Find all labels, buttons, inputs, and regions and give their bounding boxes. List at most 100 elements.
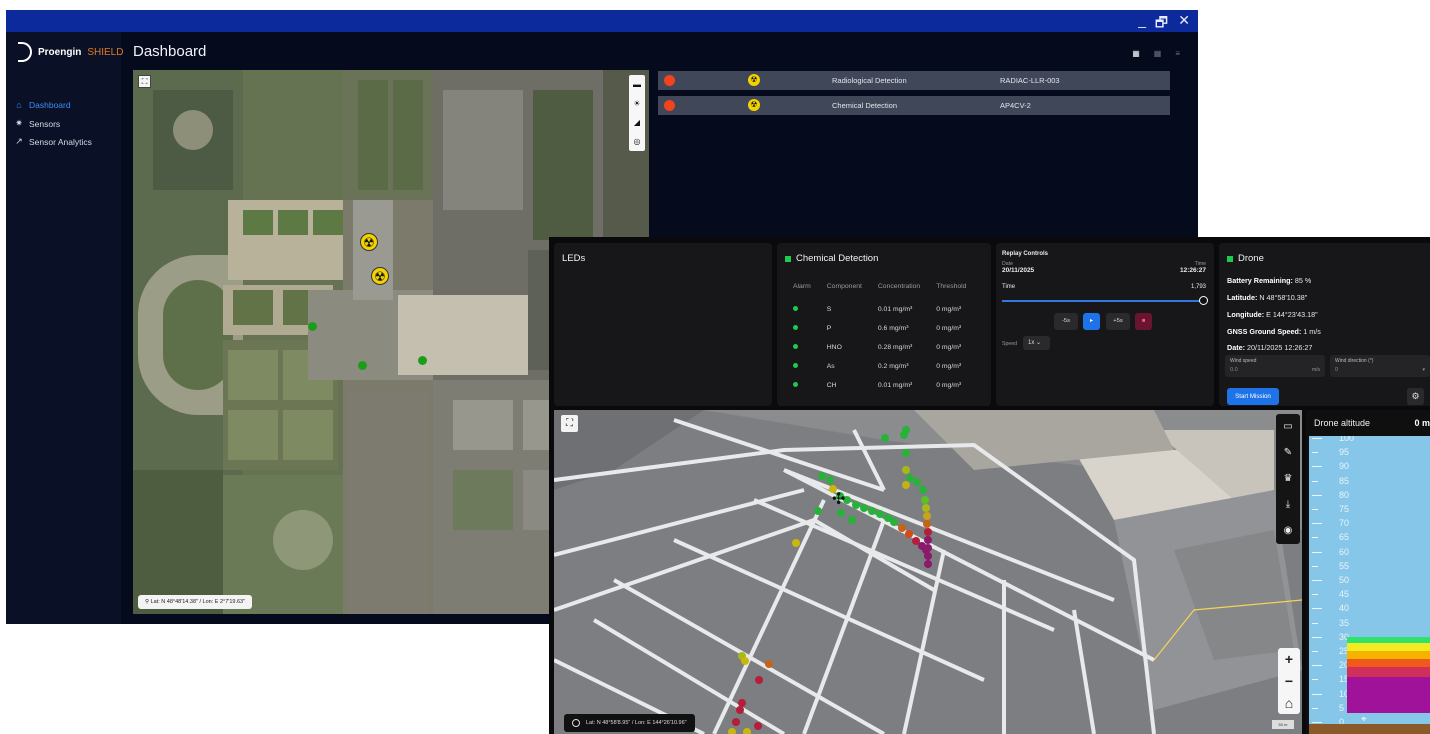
trail-point[interactable]	[924, 560, 932, 568]
gear-icon[interactable]: ⚙	[1407, 388, 1424, 405]
trail-point[interactable]	[754, 722, 762, 730]
trail-point[interactable]	[924, 536, 932, 544]
replay-time-slider[interactable]	[1002, 296, 1208, 305]
sensor-point[interactable]	[418, 356, 427, 365]
trail-point[interactable]	[837, 509, 845, 517]
trail-point[interactable]	[876, 510, 884, 518]
trail-point[interactable]	[743, 728, 751, 734]
radiological-marker-icon[interactable]: ☢	[371, 267, 389, 285]
trail-point[interactable]	[728, 728, 736, 734]
chemical-table: Alarm Component Concentration Threshold …	[785, 283, 974, 395]
drone-mission-window: LEDs Chemical Detection Alarm Component …	[549, 237, 1430, 734]
trail-point[interactable]	[736, 706, 744, 714]
trail-point[interactable]	[738, 699, 746, 707]
3d-map[interactable]: ✣ ⛶ ▭ ✎ ♛ ⤓ ◉ + − ⌂ Lat: N 48°58'8.95" /…	[554, 410, 1302, 734]
slider-handle[interactable]	[1198, 296, 1208, 305]
altitude-tick-mark	[1312, 551, 1322, 553]
wind-speed-field[interactable]: Wind speed 0.0 m/s	[1225, 355, 1325, 377]
trail-point[interactable]	[741, 657, 749, 665]
altitude-band	[1347, 666, 1430, 677]
tile-view-icon[interactable]: ▦	[1154, 49, 1162, 58]
component-cell: S	[826, 306, 832, 313]
trail-point[interactable]	[898, 524, 906, 532]
trail-point[interactable]	[906, 474, 914, 482]
folder-icon[interactable]: ▬	[629, 75, 645, 94]
sidebar-item-sensors[interactable]: ✷ Sensors	[14, 118, 60, 129]
altitude-band	[1347, 642, 1430, 651]
trail-point[interactable]	[765, 660, 773, 668]
sidebar-item-sensor-analytics[interactable]: ↗ Sensor Analytics	[14, 136, 92, 147]
measure-icon[interactable]: ◢	[629, 113, 645, 132]
brand-logo[interactable]: Proengin SHIELD	[18, 42, 123, 62]
zoom-out-button[interactable]: −	[1278, 670, 1300, 692]
altitude-tick-label: 35	[1339, 617, 1350, 628]
play-button[interactable]: ▸	[1083, 313, 1100, 330]
altitude-tick-label: 90	[1339, 461, 1350, 472]
trail-point[interactable]	[814, 507, 822, 515]
altitude-tick-mark	[1312, 636, 1322, 638]
trail-point[interactable]	[868, 507, 876, 515]
trail-point[interactable]	[919, 486, 927, 494]
forward-5s-button[interactable]: +5s	[1106, 313, 1130, 330]
trail-point[interactable]	[905, 530, 913, 538]
start-mission-button[interactable]: Start Mission	[1227, 388, 1279, 405]
crown-icon[interactable]: ♛	[1276, 466, 1300, 492]
altitude-tick-mark	[1312, 438, 1322, 439]
trail-point[interactable]	[881, 434, 889, 442]
trail-point[interactable]	[924, 528, 932, 536]
panel-title: Chemical Detection	[785, 253, 878, 264]
speed-select[interactable]: 1x ⌄	[1023, 336, 1050, 350]
coordinates-text: Lat: N 48°48'14.38" / Lon: E 2°7'19.63"	[150, 599, 246, 605]
trail-point[interactable]	[921, 496, 929, 504]
altitude-tick-mark	[1312, 452, 1318, 454]
trail-point[interactable]	[732, 718, 740, 726]
trail-point[interactable]	[818, 472, 826, 480]
brand-name: Proengin	[38, 46, 82, 58]
trail-point[interactable]	[902, 449, 910, 457]
trail-point[interactable]	[860, 504, 868, 512]
minimize-icon[interactable]: _	[1138, 12, 1146, 28]
folder-icon[interactable]: ▭	[1276, 414, 1300, 440]
drone-marker-icon[interactable]: ✣	[832, 489, 845, 508]
fullscreen-icon[interactable]: ⛶	[561, 415, 578, 432]
zoom-in-button[interactable]: +	[1278, 648, 1300, 670]
grid-view-icon[interactable]: ▦	[1132, 49, 1140, 58]
locate-icon[interactable]: ◉	[1276, 518, 1300, 544]
stepper-icon[interactable]: ▾	[1422, 367, 1425, 373]
download-icon[interactable]: ⤓	[1276, 492, 1300, 518]
trail-point[interactable]	[900, 431, 908, 439]
sun-icon[interactable]: ☀	[629, 94, 645, 113]
trail-point[interactable]	[924, 552, 932, 560]
trail-point[interactable]	[826, 476, 834, 484]
trail-point[interactable]	[792, 539, 800, 547]
stop-button[interactable]: ■	[1135, 313, 1152, 330]
altitude-band	[1347, 676, 1430, 713]
sidebar-item-dashboard[interactable]: ⌂ Dashboard	[14, 100, 70, 110]
trail-point[interactable]	[852, 501, 860, 509]
locate-icon[interactable]: ◎	[629, 132, 645, 151]
trail-point[interactable]	[924, 544, 932, 552]
trail-point[interactable]	[755, 676, 763, 684]
detection-row-chemical[interactable]: ☢ Chemical Detection AP4CV-2	[658, 96, 1170, 115]
close-icon[interactable]: ✕	[1178, 12, 1190, 29]
pencil-icon[interactable]: ✎	[1276, 440, 1300, 466]
radiological-marker-icon[interactable]: ☢	[360, 233, 378, 251]
trail-point[interactable]	[902, 481, 910, 489]
trail-point[interactable]	[848, 516, 856, 524]
trail-point[interactable]	[890, 518, 898, 526]
wind-direction-field[interactable]: Wind direction (°) 0 ▾	[1330, 355, 1430, 377]
sensor-point[interactable]	[358, 361, 367, 370]
detection-row-radiological[interactable]: ☢ Radiological Detection RADIAC-LLR-003	[658, 71, 1170, 90]
back-5s-button[interactable]: -5s	[1054, 313, 1078, 330]
ground-speed-line: GNSS Ground Speed: 1 m/s	[1227, 327, 1321, 336]
list-view-icon[interactable]: ≡	[1175, 49, 1180, 58]
sensor-point[interactable]	[308, 322, 317, 331]
trail-point[interactable]	[922, 504, 930, 512]
trail-point[interactable]	[923, 520, 931, 528]
fullscreen-icon[interactable]: ⛶	[138, 75, 151, 88]
trail-point[interactable]	[913, 478, 921, 486]
reset-north-button[interactable]: ⌂	[1278, 692, 1300, 714]
restore-icon[interactable]: 🗗	[1155, 12, 1168, 36]
trail-point[interactable]	[902, 466, 910, 474]
trail-point[interactable]	[923, 512, 931, 520]
